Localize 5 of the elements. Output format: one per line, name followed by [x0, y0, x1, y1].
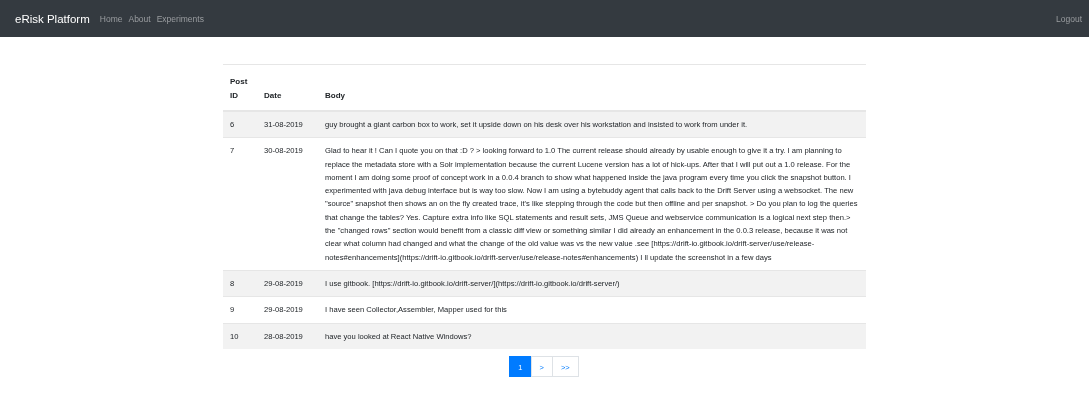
nav-link[interactable]: Experiments — [156, 13, 204, 24]
nav-link[interactable]: About — [128, 13, 151, 24]
logout-link[interactable]: Logout — [1056, 13, 1082, 24]
brand-title[interactable]: eRisk Platform — [15, 12, 90, 25]
nav-link[interactable]: Home — [99, 13, 123, 24]
